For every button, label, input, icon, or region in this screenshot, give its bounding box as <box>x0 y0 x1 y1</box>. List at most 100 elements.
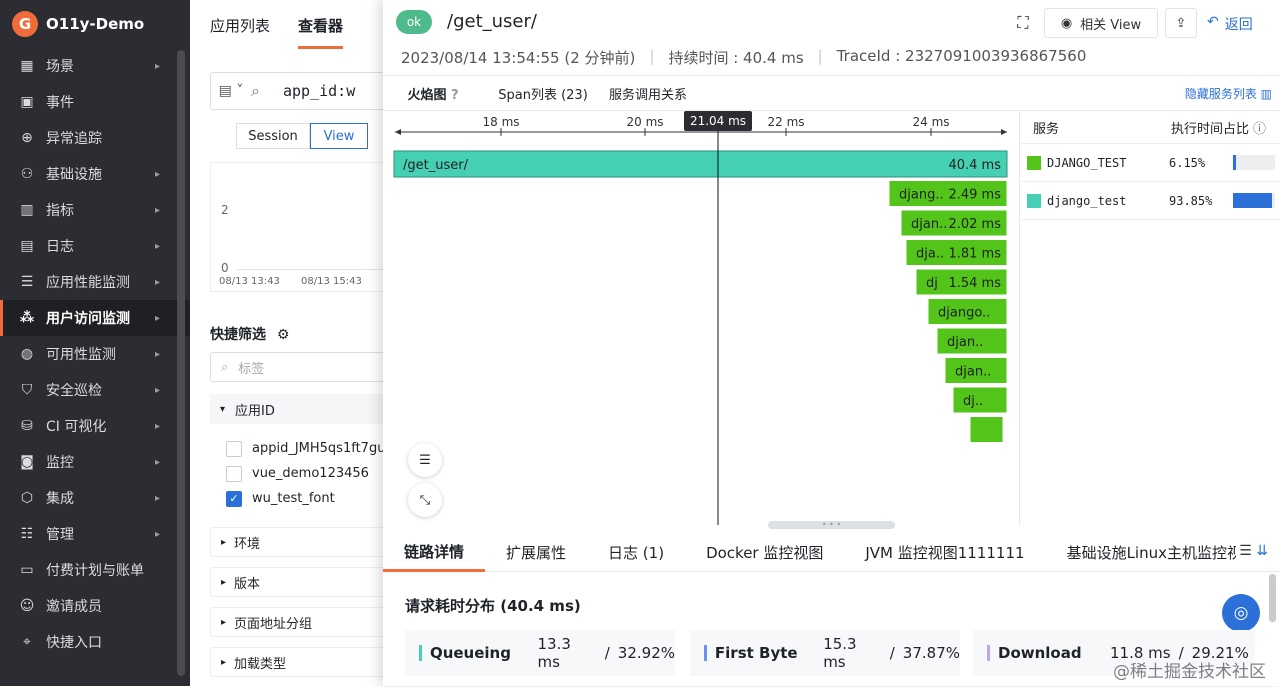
more-tabs-icon[interactable]: ☰ ⇊ <box>1239 543 1268 559</box>
hide-services-label: 隐藏服务列表 <box>1184 87 1257 101</box>
filter-group-label: 页面地址分组 <box>234 616 313 632</box>
filter-group-loadtype[interactable]: ▸ 加载类型 <box>210 647 390 677</box>
sidebar-item-label: CI 可视化 <box>46 419 107 435</box>
quick-filter-title: 快捷筛选 ⚙ <box>210 324 289 344</box>
sidebar-item[interactable]: ⁂ 用户访问监测 ▸ <box>0 300 190 336</box>
sidebar-item[interactable]: ⛉ 安全巡检 ▸ <box>0 372 190 408</box>
filter-group-appid[interactable]: ▾ 应用ID <box>210 394 390 424</box>
detail-scrollbar[interactable] <box>1269 574 1276 622</box>
tag-input[interactable]: 标签 <box>238 358 264 377</box>
timing-name: First Byte <box>714 644 798 662</box>
chevron-right-icon: ▸ <box>154 384 160 396</box>
sidebar-item[interactable]: ⬡ 集成 ▸ <box>0 480 190 516</box>
checkbox[interactable] <box>226 440 242 457</box>
detail-tab[interactable]: 日志 (1) <box>587 534 685 572</box>
chevron-right-icon: ▸ <box>154 168 160 180</box>
hide-services-button[interactable]: 隐藏服务列表 ▥ <box>1185 85 1272 102</box>
user-icon: ☺ <box>19 598 35 614</box>
trace-time: 2023/08/14 13:54:55 (2 分钟前) <box>401 49 636 67</box>
brand[interactable]: G O11y-Demo <box>0 0 190 48</box>
resize-handle[interactable]: • • • <box>768 521 895 529</box>
sidebar-item[interactable]: ⚇ 基础设施 ▸ <box>0 156 190 192</box>
flame-span-label: djan.. <box>947 335 983 350</box>
undo-icon: ↶ <box>1207 14 1219 30</box>
tab-viewer[interactable]: 查看器 <box>298 15 344 49</box>
fullscreen-icon[interactable]: ⛶ <box>1006 8 1040 38</box>
sidebar-item[interactable]: ⌖ 快捷入口 <box>0 624 190 660</box>
gear-icon[interactable]: ⚙ <box>277 327 290 343</box>
collapse-icon[interactable]: ⤡ <box>408 483 442 517</box>
tab-app-list[interactable]: 应用列表 <box>210 15 270 36</box>
flame-span[interactable] <box>969 416 1004 443</box>
service-pct-fill <box>1233 155 1236 170</box>
view-toggle[interactable]: View <box>310 123 368 149</box>
service-list: 服务 执行时间占比 ⓘ DJANGO_TEST 6.15% django_test 9… <box>1021 111 1280 525</box>
checkbox-checked[interactable]: ✓ <box>226 490 242 507</box>
section-title: 请求耗时分布 (40.4 ms) <box>405 597 581 615</box>
sidebar-item[interactable]: ▣ 事件 <box>0 84 190 120</box>
share-icon[interactable]: ⇪ <box>1165 8 1197 38</box>
sidebar-item[interactable]: ▭ 付费计划与账单 <box>0 552 190 588</box>
sidebar-item-label: 事件 <box>46 95 74 111</box>
sidebar-item[interactable]: ◙ 监控 ▸ <box>0 444 190 480</box>
list-item[interactable]: appid_JMH5qs1ft7gua <box>226 436 393 461</box>
tab-flamegraph[interactable]: 火焰图 ? <box>383 84 483 103</box>
x-axis <box>237 269 387 270</box>
timing-value: 15.3 ms <box>823 635 857 671</box>
sidebar-item[interactable]: ⊕ 异常追踪 <box>0 120 190 156</box>
trace-id[interactable]: TraceId : 2327091003936867560 <box>837 47 1087 68</box>
timing-pct: 37.87% <box>902 644 960 662</box>
sidebar-item[interactable]: ☷ 管理 ▸ <box>0 516 190 552</box>
timing-card: Queueing 13.3 ms / 32.92% <box>405 630 675 676</box>
back-button[interactable]: ↶ 返回 <box>1207 14 1253 34</box>
search-icon: ⌕ <box>221 359 229 375</box>
flamegraph-svg[interactable]: 18 ms 20 ms 22 ms 24 ms 21.04 ms/get_user/40… <box>383 111 1019 525</box>
tab-service-map[interactable]: 服务调用关系 <box>603 84 693 103</box>
list-item[interactable]: ✓ wu_test_font <box>226 486 393 511</box>
ci-icon: ⛁ <box>21 418 33 434</box>
detail-tab[interactable]: 链路详情 <box>383 534 486 572</box>
flame-span[interactable] <box>393 150 1008 178</box>
session-toggle[interactable]: Session <box>236 123 310 149</box>
help-icon[interactable]: ? <box>451 88 459 103</box>
flame-span-label: dj <box>926 276 938 291</box>
sidebar-item[interactable]: ▤ 日志 ▸ <box>0 228 190 264</box>
filter-group-env[interactable]: ▸ 环境 <box>210 527 390 557</box>
detail-tab[interactable]: JVM 监控视图1111111 <box>844 534 1045 572</box>
sidebar-item[interactable]: ◍ 可用性监测 ▸ <box>0 336 190 372</box>
cursor-time: 21.04 ms <box>690 114 746 128</box>
sidebar-item[interactable]: ⛁ CI 可视化 ▸ <box>0 408 190 444</box>
sidebar-item[interactable]: ☰ 应用性能监测 ▸ <box>0 264 190 300</box>
service-row[interactable]: django_test 93.85% <box>1021 182 1280 220</box>
search-input[interactable]: app_id:w <box>283 82 355 100</box>
sidebar-scrollbar[interactable] <box>177 50 185 676</box>
grid-icon: ▦ <box>20 58 34 74</box>
filter-group-path[interactable]: ▸ 页面地址分组 <box>210 607 390 637</box>
sidebar-item[interactable]: ☺ 邀请成员 <box>0 588 190 624</box>
service-color-swatch <box>1027 155 1041 170</box>
detail-tab[interactable]: Docker 监控视图 <box>685 534 844 572</box>
query-type-icon[interactable]: ▤ ˅ <box>211 83 251 99</box>
sidebar-item[interactable]: ▥ 指标 ▸ <box>0 192 190 228</box>
viewer-panel: ▤ ˅ ⌕ app_id:w Session View 2 0 08/13 13… <box>190 50 393 686</box>
divider: / <box>604 644 610 662</box>
top-tabs: 应用列表 查看器 <box>190 0 390 50</box>
filter-group-version[interactable]: ▸ 版本 <box>210 567 390 597</box>
sidebar-item-label: 可用性监测 <box>46 347 116 363</box>
related-view-button[interactable]: ◉ 相关 View <box>1044 8 1158 38</box>
screenshot-icon[interactable]: ◎ <box>1222 594 1260 632</box>
sidebar-item[interactable]: ▦ 场景 ▸ <box>0 48 190 84</box>
list-item[interactable]: vue_demo123456 <box>226 461 393 486</box>
tab-span-list[interactable]: Span列表 (23) <box>483 84 603 103</box>
sidebar-item-label: 基础设施 <box>46 167 102 183</box>
detail-tab[interactable]: 扩展属性 <box>485 534 587 572</box>
col-pct: 执行时间占比 <box>1171 121 1250 137</box>
histogram-chart: 2 0 08/13 13:43 08/13 15:43 <box>210 162 390 292</box>
detail-tab[interactable]: 基础设施Linux主机监控视图 <box>1046 534 1236 572</box>
list-icon[interactable]: ☰ <box>408 443 442 477</box>
chevron-right-icon: ▸ <box>221 576 227 588</box>
service-row[interactable]: DJANGO_TEST 6.15% <box>1021 144 1280 182</box>
checkbox[interactable] <box>226 465 242 482</box>
tag-search[interactable]: ⌕ 标签 <box>210 352 390 382</box>
tab-label: 火焰图 <box>407 88 447 103</box>
